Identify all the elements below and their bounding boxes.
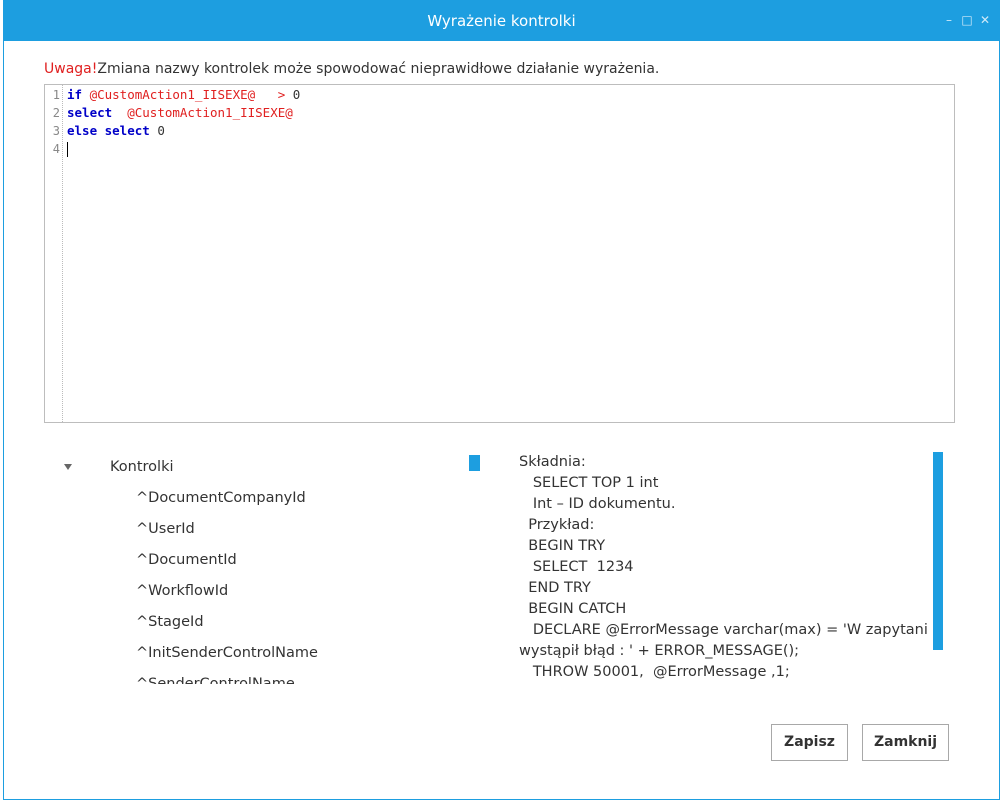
code-token: else select — [67, 123, 158, 138]
collapse-triangle-icon[interactable] — [64, 464, 72, 470]
help-line: wystąpił błąd : ' + ERROR_MESSAGE(); — [519, 643, 800, 659]
help-line: Przykład: — [519, 517, 595, 533]
tree-item[interactable]: ^DocumentId — [136, 549, 237, 571]
code-text — [67, 140, 68, 158]
save-button[interactable]: Zapisz — [771, 724, 848, 761]
close-button[interactable]: Zamknij — [862, 724, 949, 761]
tree-item[interactable]: ^WorkflowId — [136, 580, 228, 602]
text-caret — [67, 142, 68, 157]
warning-message: Uwaga!Zmiana nazwy kontrolek może spowod… — [44, 61, 659, 77]
line-number: 2 — [52, 106, 60, 120]
code-token: @CustomAction1_IISEXE@ — [89, 87, 256, 102]
code-token: select — [67, 105, 120, 120]
line-number: 4 — [52, 142, 60, 156]
code-token: 0 — [157, 123, 165, 138]
code-token: > — [255, 87, 293, 102]
tree-item[interactable]: ^UserId — [136, 518, 195, 540]
maximize-icon[interactable]: □ — [961, 13, 973, 27]
splitter-handle[interactable] — [469, 455, 480, 471]
help-line: THROW 50001, @ErrorMessage ,1; — [519, 664, 790, 680]
help-line: END TRY — [519, 580, 591, 596]
help-line: Składnia: — [519, 454, 586, 470]
title-bar[interactable]: Wyrażenie kontrolki – □ ✕ — [4, 1, 999, 41]
line-number: 3 — [52, 124, 60, 138]
code-text: if @CustomAction1_IISEXE@ > 0 — [67, 86, 300, 104]
expression-editor[interactable]: 1 if @CustomAction1_IISEXE@ > 0 2 select @C… — [44, 84, 955, 423]
help-line: BEGIN TRY — [519, 538, 606, 554]
close-icon[interactable]: ✕ — [979, 13, 991, 27]
help-line: DECLARE @ErrorMessage varchar(max) = 'W … — [519, 622, 929, 638]
window-title: Wyrażenie kontrolki — [427, 12, 576, 30]
tree-item[interactable]: ^InitSenderControlName — [136, 642, 318, 664]
code-text: else select 0 — [67, 122, 165, 140]
help-line: Int – ID dokumentu. — [519, 496, 676, 512]
tree-item[interactable]: ^SenderControlName — [136, 673, 295, 684]
code-token: 0 — [292, 87, 301, 102]
help-scrollbar[interactable] — [933, 452, 943, 650]
code-token: @CustomAction1_IISEXE@ — [119, 105, 293, 120]
warning-text: Zmiana nazwy kontrolek może spowodować n… — [97, 61, 660, 77]
code-text: select @CustomAction1_IISEXE@ — [67, 104, 293, 122]
minimize-icon[interactable]: – — [943, 13, 955, 27]
tree-item[interactable]: ^DocumentCompanyId — [136, 487, 306, 509]
tree-root-label: Kontrolki — [110, 459, 174, 475]
tree-item[interactable]: ^StageId — [136, 611, 204, 633]
controls-tree[interactable]: Kontrolki ^DocumentCompanyId ^UserId ^Docu… — [60, 452, 460, 684]
help-line: SELECT 1234 — [519, 559, 634, 575]
code-token: if — [67, 87, 90, 102]
help-line: BEGIN CATCH — [519, 601, 627, 617]
line-number: 1 — [52, 88, 60, 102]
help-line: SELECT TOP 1 int — [519, 475, 659, 491]
warning-label: Uwaga! — [44, 61, 98, 77]
syntax-help-panel: Składnia: SELECT TOP 1 int Int – ID doku… — [519, 452, 929, 684]
